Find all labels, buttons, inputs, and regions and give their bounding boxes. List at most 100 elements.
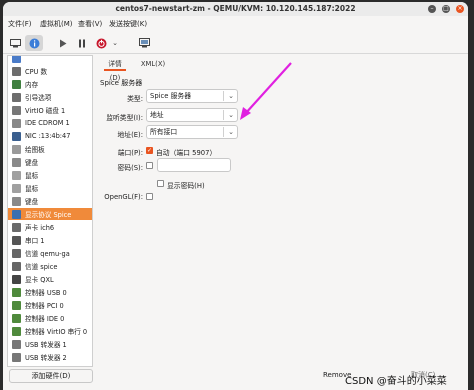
menu-view[interactable]: 查看(V) xyxy=(78,19,102,29)
sidebar-item-label: 声卡 ich6 xyxy=(25,224,55,232)
cdrom-icon xyxy=(12,118,21,128)
port-auto-checkbox[interactable]: ✓ xyxy=(146,147,153,154)
serial-icon xyxy=(12,235,21,245)
sidebar-item-label: 绘图板 xyxy=(25,146,45,154)
controller-icon xyxy=(12,300,21,310)
title-bar: centos7-newstart-zm - QEMU/KVM: 10.120.1… xyxy=(3,2,468,16)
nic-icon xyxy=(12,131,21,141)
menu-file[interactable]: 文件(F) xyxy=(8,19,32,29)
sidebar-item-label: IDE CDROM 1 xyxy=(25,119,70,127)
mouse-icon xyxy=(12,170,21,180)
add-hardware-button[interactable]: 添加硬件(D) xyxy=(9,369,93,383)
sidebar-item[interactable]: IDE CDROM 1 xyxy=(8,117,92,129)
menu-vm[interactable]: 虚拟机(M) xyxy=(40,19,73,29)
maximize-icon[interactable]: □ xyxy=(442,5,450,13)
close-icon[interactable]: × xyxy=(456,5,464,13)
controller-icon xyxy=(12,287,21,297)
section-heading: Spice 服务器 xyxy=(100,79,143,87)
mouse-icon xyxy=(12,183,21,193)
listen-type-value: 地址 xyxy=(150,111,164,119)
menu-bar: 文件(F) 虚拟机(M) 查看(V) 发送按键(K) xyxy=(3,16,468,32)
port-auto-label: 自动（端口 5907） xyxy=(156,149,217,157)
usb-icon xyxy=(12,352,21,362)
opengl-checkbox[interactable] xyxy=(146,193,153,200)
keyboard-icon xyxy=(12,157,21,167)
sidebar-item-label: 鼠标 xyxy=(25,185,39,193)
display-icon xyxy=(12,209,21,219)
sidebar-item[interactable]: 键盘 xyxy=(8,195,92,207)
sidebar-item-label: 信道 spice xyxy=(25,263,58,271)
chevron-down-icon[interactable]: ⌄ xyxy=(110,35,120,51)
hardware-list: CPU 数内存引导选项 VirtIO 磁盘 1 IDE CDROM 1 NIC :13… xyxy=(7,55,93,367)
sidebar-item[interactable]: 控制器 PCI 0 xyxy=(8,299,92,311)
sidebar-item[interactable]: 内存 xyxy=(8,78,92,90)
sidebar-item-label: NIC :13:4b:47 xyxy=(25,132,71,140)
disk-icon xyxy=(12,105,21,115)
sidebar-item[interactable]: 显卡 QXL xyxy=(8,273,92,285)
cpu-icon xyxy=(12,66,21,76)
screenshot-icon[interactable] xyxy=(136,35,152,51)
sidebar-item[interactable]: 引导选项 xyxy=(8,91,92,103)
sidebar-item[interactable]: 信道 qemu-ga xyxy=(8,247,92,259)
sidebar-item[interactable]: 控制器 USB 0 xyxy=(8,286,92,298)
keyboard-icon xyxy=(12,196,21,206)
watermark: CSDN @奋斗的小菜菜 xyxy=(345,376,447,387)
password-label: 密码(S): xyxy=(117,164,143,172)
play-icon[interactable] xyxy=(56,35,70,51)
password-input[interactable] xyxy=(157,158,231,172)
chevron-down-icon: ⌄ xyxy=(228,92,234,100)
opengl-label: OpenGL(F): xyxy=(104,193,143,201)
sidebar-item[interactable]: 显示协议 Spice xyxy=(8,208,92,220)
channel-icon xyxy=(12,261,21,271)
tablet-icon xyxy=(12,144,21,154)
video-icon xyxy=(12,274,21,284)
sidebar-item-label: 控制器 PCI 0 xyxy=(25,302,64,310)
sidebar-item[interactable]: NIC :13:4b:47 xyxy=(8,130,92,142)
info-icon[interactable] xyxy=(25,35,43,51)
sidebar-item-label: CPU 数 xyxy=(25,68,48,76)
sidebar-item-label: 引导选项 xyxy=(25,94,52,102)
sidebar-item[interactable]: 信道 spice xyxy=(8,260,92,272)
sidebar-item[interactable]: 绘图板 xyxy=(8,143,92,155)
sidebar-item[interactable]: CPU 数 xyxy=(8,65,92,77)
sidebar-item-label: USB 转发器 1 xyxy=(25,341,67,349)
controller-icon xyxy=(12,313,21,323)
tab-xml[interactable]: XML(X) xyxy=(140,57,166,71)
chevron-down-icon: ⌄ xyxy=(228,128,234,136)
password-checkbox[interactable] xyxy=(146,162,153,169)
menu-send-key[interactable]: 发送按键(K) xyxy=(109,19,147,29)
sidebar-item-label: USB 转发器 2 xyxy=(25,354,67,362)
sidebar-item[interactable]: VirtIO 磁盘 1 xyxy=(8,104,92,116)
type-select[interactable]: Spice 服务器 ⌄ xyxy=(146,89,238,103)
listen-type-label: 监听类型(I): xyxy=(106,114,143,122)
sidebar-item-label: 内存 xyxy=(25,81,39,89)
sidebar-item[interactable] xyxy=(8,56,92,64)
sound-icon xyxy=(12,222,21,232)
address-value: 所有接口 xyxy=(150,128,178,136)
sidebar-item[interactable]: 键盘 xyxy=(8,156,92,168)
usb-icon xyxy=(12,339,21,349)
virt-manager-window: centos7-newstart-zm - QEMU/KVM: 10.120.1… xyxy=(3,2,468,390)
tab-details[interactable]: 详情(D) xyxy=(104,57,126,82)
sidebar-item-label: 键盘 xyxy=(25,159,39,167)
sidebar-item[interactable]: 声卡 ich6 xyxy=(8,221,92,233)
listen-type-select[interactable]: 地址 ⌄ xyxy=(146,108,238,122)
address-select[interactable]: 所有接口 ⌄ xyxy=(146,125,238,139)
sidebar-item[interactable]: USB 转发器 2 xyxy=(8,351,92,363)
overview-icon xyxy=(12,56,21,63)
sidebar-item[interactable]: 鼠标 xyxy=(8,182,92,194)
pause-icon[interactable] xyxy=(75,35,89,51)
minimize-icon[interactable]: – xyxy=(428,5,436,13)
sidebar-item[interactable]: 控制器 IDE 0 xyxy=(8,312,92,324)
sidebar-item[interactable]: USB 转发器 1 xyxy=(8,338,92,350)
sidebar-item[interactable]: 控制器 VirtIO 串行 0 xyxy=(8,325,92,337)
power-icon[interactable] xyxy=(94,35,108,51)
sidebar-item[interactable]: 串口 1 xyxy=(8,234,92,246)
sidebar-item[interactable]: 鼠标 xyxy=(8,169,92,181)
sidebar-item-label: 信道 qemu-ga xyxy=(25,250,70,258)
monitor-icon[interactable] xyxy=(8,35,22,51)
show-password-checkbox[interactable] xyxy=(157,180,164,187)
sidebar-item-label: 显示协议 Spice xyxy=(25,211,72,219)
memory-icon xyxy=(12,79,21,89)
show-password-label: 显示密码(H) xyxy=(167,182,205,190)
